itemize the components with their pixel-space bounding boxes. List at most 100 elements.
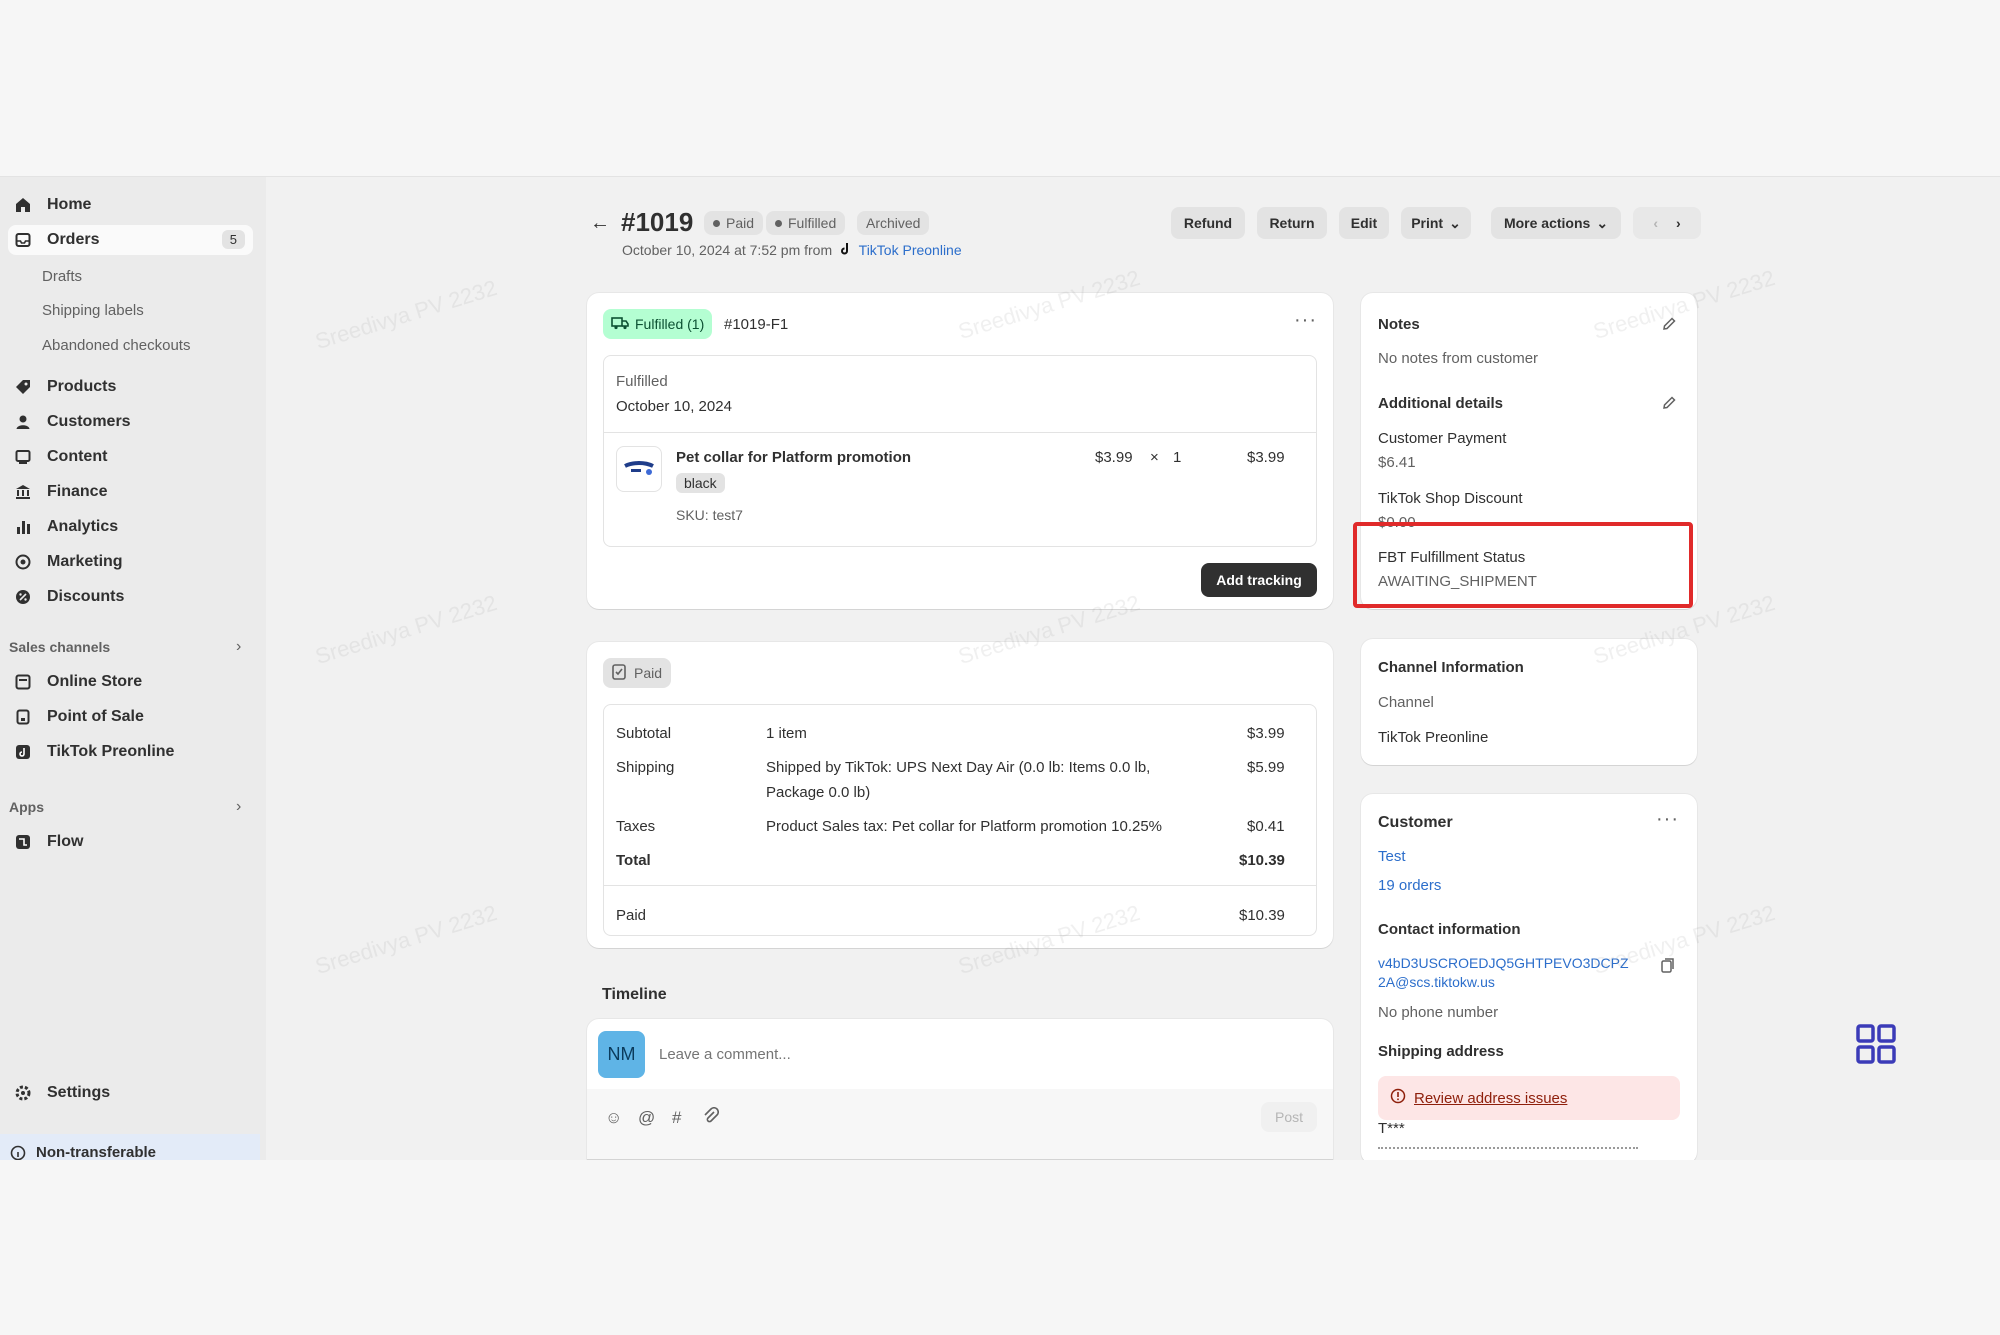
sidebar-item-point-of-sale[interactable]: Point of Sale xyxy=(8,702,253,732)
timeline-title: Timeline xyxy=(602,986,667,1003)
sidebar-item-label: Products xyxy=(47,378,117,395)
subtotal-label: Subtotal xyxy=(616,725,672,742)
sidebar-item-content[interactable]: Content xyxy=(8,442,253,472)
sidebar-item-label: Flow xyxy=(47,833,84,850)
fulfillment-card: Fulfilled (1) #1019-F1 ··· Fulfilled Oct… xyxy=(587,293,1333,609)
comment-input[interactable] xyxy=(659,1039,1279,1069)
sidebar-item-label: Finance xyxy=(47,483,108,500)
product-name[interactable]: Pet collar for Platform promotion xyxy=(676,449,911,466)
apps-heading[interactable]: Apps xyxy=(9,799,44,815)
sidebar-item-online-store[interactable]: Online Store xyxy=(8,667,253,697)
customer-title: Customer xyxy=(1378,814,1453,831)
app-grid-icon[interactable] xyxy=(1856,1024,1896,1069)
badge-label: Paid xyxy=(726,215,755,231)
add-tracking-button[interactable]: Add tracking xyxy=(1201,563,1317,597)
edit-additional-details-icon[interactable] xyxy=(1661,395,1679,413)
sidebar-item-products[interactable]: Products xyxy=(8,372,253,402)
customer-name-link[interactable]: Test xyxy=(1378,848,1406,865)
next-order-icon[interactable]: › xyxy=(1676,215,1681,231)
alert-icon xyxy=(1390,1088,1406,1108)
customer-orders-link[interactable]: 19 orders xyxy=(1378,877,1441,894)
sidebar-item-marketing[interactable]: Marketing xyxy=(8,547,253,577)
chevron-down-icon: ⌄ xyxy=(1596,214,1609,231)
person-icon xyxy=(13,412,33,432)
edit-button[interactable]: Edit xyxy=(1339,207,1389,239)
sidebar-item-label: TikTok Preonline xyxy=(47,743,175,760)
subtotal-amount: $3.99 xyxy=(1247,725,1285,742)
paid-badge-label: Paid xyxy=(634,665,663,681)
attachment-icon[interactable] xyxy=(703,1106,720,1130)
pos-icon xyxy=(13,707,33,727)
sidebar-item-label: Content xyxy=(47,448,108,465)
order-date: October 10, 2024 at 7:52 pm from xyxy=(622,242,833,258)
non-transferable-banner[interactable]: Non-transferable xyxy=(0,1134,260,1160)
avatar: NM xyxy=(598,1031,645,1078)
truck-icon xyxy=(611,316,629,333)
edit-notes-icon[interactable] xyxy=(1661,316,1679,334)
payment-summary: Subtotal 1 item $3.99 Shipping Shipped b… xyxy=(603,704,1317,936)
shipping-desc-2: Package 0.0 lb) xyxy=(766,784,871,801)
sidebar-item-orders[interactable]: Orders 5 xyxy=(8,225,253,255)
sidebar-subitem-drafts[interactable]: Drafts xyxy=(42,268,82,285)
page-title: #1019 xyxy=(621,207,694,237)
gear-icon xyxy=(13,1083,33,1103)
channel-value: TikTok Preonline xyxy=(1378,729,1489,746)
review-address-issues-link[interactable]: Review address issues xyxy=(1414,1090,1567,1107)
sidebar-item-label: Settings xyxy=(47,1084,111,1101)
fulfillment-date: October 10, 2024 xyxy=(616,398,732,415)
sales-channels-heading[interactable]: Sales channels xyxy=(9,639,110,655)
product-thumbnail xyxy=(616,446,662,492)
payment-card: Paid Subtotal 1 item $3.99 Shipping Ship… xyxy=(587,642,1333,948)
chevron-right-icon[interactable]: › xyxy=(236,638,241,656)
more-options-icon[interactable]: ··· xyxy=(1656,808,1679,831)
taxes-label: Taxes xyxy=(616,818,656,835)
sidebar-item-customers[interactable]: Customers xyxy=(8,407,253,437)
sidebar-item-finance[interactable]: Finance xyxy=(8,477,253,507)
post-button[interactable]: Post xyxy=(1261,1102,1317,1132)
info-icon xyxy=(10,1145,26,1160)
content-icon xyxy=(13,447,33,467)
highlight-annotation-box xyxy=(1353,522,1693,608)
sidebar-item-flow[interactable]: Flow xyxy=(8,827,253,857)
return-button[interactable]: Return xyxy=(1257,207,1327,239)
sidebar-item-tiktok-preonline[interactable]: TikTok Preonline xyxy=(8,737,253,767)
print-label: Print xyxy=(1411,215,1444,231)
times-sign: × xyxy=(1150,449,1159,466)
bar-chart-icon xyxy=(13,517,33,537)
sidebar-item-label: Customers xyxy=(47,413,131,430)
non-transferable-label: Non-transferable xyxy=(36,1144,157,1160)
paid-label: Paid xyxy=(616,907,647,924)
receipt-icon xyxy=(612,663,626,683)
sidebar-item-analytics[interactable]: Analytics xyxy=(8,512,253,542)
sidebar-subitem-abandoned-checkouts[interactable]: Abandoned checkouts xyxy=(42,337,190,354)
print-button[interactable]: Print ⌄ xyxy=(1401,207,1471,239)
more-options-icon[interactable]: ··· xyxy=(1294,309,1317,332)
refund-button[interactable]: Refund xyxy=(1171,207,1245,239)
target-icon xyxy=(13,552,33,572)
channel-info-card: Channel Information Channel TikTok Preon… xyxy=(1361,639,1697,765)
shipping-address-text: T*** xyxy=(1378,1120,1405,1137)
customer-email-link-continued[interactable]: 2A@scs.tiktokw.us xyxy=(1378,974,1495,990)
sidebar-item-home[interactable]: Home xyxy=(8,190,253,220)
hashtag-icon[interactable]: # xyxy=(672,1108,681,1128)
order-source-link[interactable]: TikTok Preonline xyxy=(859,242,962,258)
app-window: Home Orders 5 Drafts Shipping labels Aba… xyxy=(0,176,2000,1160)
sidebar-item-settings[interactable]: Settings xyxy=(8,1078,253,1108)
address-issue-alert[interactable]: Review address issues xyxy=(1378,1076,1680,1120)
shipping-label: Shipping xyxy=(616,759,675,776)
fulfilled-tag-label: Fulfilled (1) xyxy=(635,316,705,332)
back-arrow-icon[interactable]: ← xyxy=(590,212,610,235)
more-actions-button[interactable]: More actions ⌄ xyxy=(1491,207,1621,239)
chevron-right-icon[interactable]: › xyxy=(236,798,241,816)
mention-icon[interactable]: @ xyxy=(638,1108,655,1128)
subtotal-desc: 1 item xyxy=(766,725,807,742)
sidebar: Home Orders 5 Drafts Shipping labels Aba… xyxy=(0,177,266,1160)
previous-order-icon[interactable]: ‹ xyxy=(1653,215,1658,231)
contact-info-title: Contact information xyxy=(1378,921,1521,938)
sidebar-item-discounts[interactable]: Discounts xyxy=(8,582,253,612)
total-amount: $10.39 xyxy=(1239,852,1285,869)
copy-icon[interactable] xyxy=(1661,957,1675,978)
sidebar-subitem-shipping-labels[interactable]: Shipping labels xyxy=(42,302,144,319)
customer-email-link[interactable]: v4bD3USCROEDJQ5GHTPEVO3DCPZ xyxy=(1378,955,1629,971)
emoji-icon[interactable]: ☺ xyxy=(605,1108,622,1128)
